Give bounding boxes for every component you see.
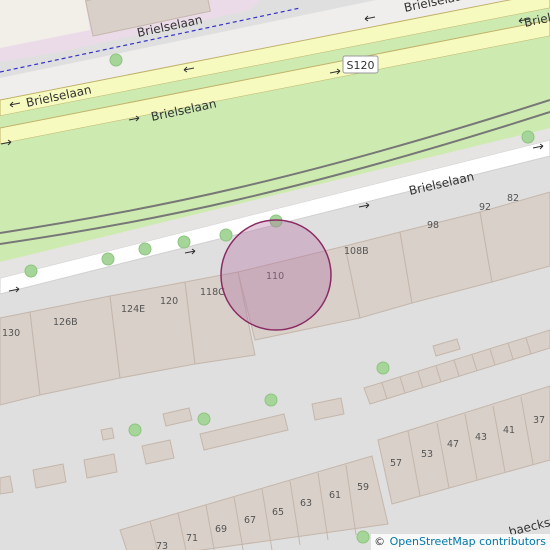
map-canvas[interactable]: Brielselaan Brielselaan Brielselaan Brie… bbox=[0, 0, 550, 550]
copyright-symbol: © bbox=[374, 535, 386, 548]
house-number: 47 bbox=[447, 439, 459, 450]
house-number: 43 bbox=[475, 432, 487, 443]
house-number: 118C bbox=[200, 287, 225, 298]
house-number: 41 bbox=[503, 425, 515, 436]
house-number: 67 bbox=[244, 515, 256, 526]
house-number: 53 bbox=[421, 449, 433, 460]
attribution-link[interactable]: OpenStreetMap contributors bbox=[390, 535, 546, 548]
house-number: 82 bbox=[507, 193, 519, 204]
route-shield-label: S120 bbox=[347, 59, 375, 72]
house-number: 108B bbox=[344, 246, 369, 257]
house-number: 92 bbox=[479, 202, 491, 213]
house-number: 61 bbox=[329, 490, 341, 501]
house-number: 59 bbox=[357, 482, 369, 493]
attribution: © OpenStreetMap contributors bbox=[371, 534, 550, 550]
house-number: 63 bbox=[300, 498, 312, 509]
house-number: 69 bbox=[215, 524, 227, 535]
house-number: 124E bbox=[121, 304, 145, 315]
house-number: 57 bbox=[390, 458, 402, 469]
house-number: 130 bbox=[2, 328, 20, 339]
house-number: 126B bbox=[53, 317, 78, 328]
location-marker[interactable] bbox=[220, 219, 332, 331]
house-number: 73 bbox=[156, 541, 168, 550]
house-number: 65 bbox=[272, 507, 284, 518]
house-number: 71 bbox=[186, 533, 198, 544]
map-view[interactable]: Brielselaan Brielselaan Brielselaan Brie… bbox=[0, 0, 550, 550]
house-number: 37 bbox=[533, 415, 545, 426]
house-number: 120 bbox=[160, 296, 178, 307]
route-shield: S120 bbox=[342, 55, 379, 74]
house-number: 98 bbox=[427, 220, 439, 231]
